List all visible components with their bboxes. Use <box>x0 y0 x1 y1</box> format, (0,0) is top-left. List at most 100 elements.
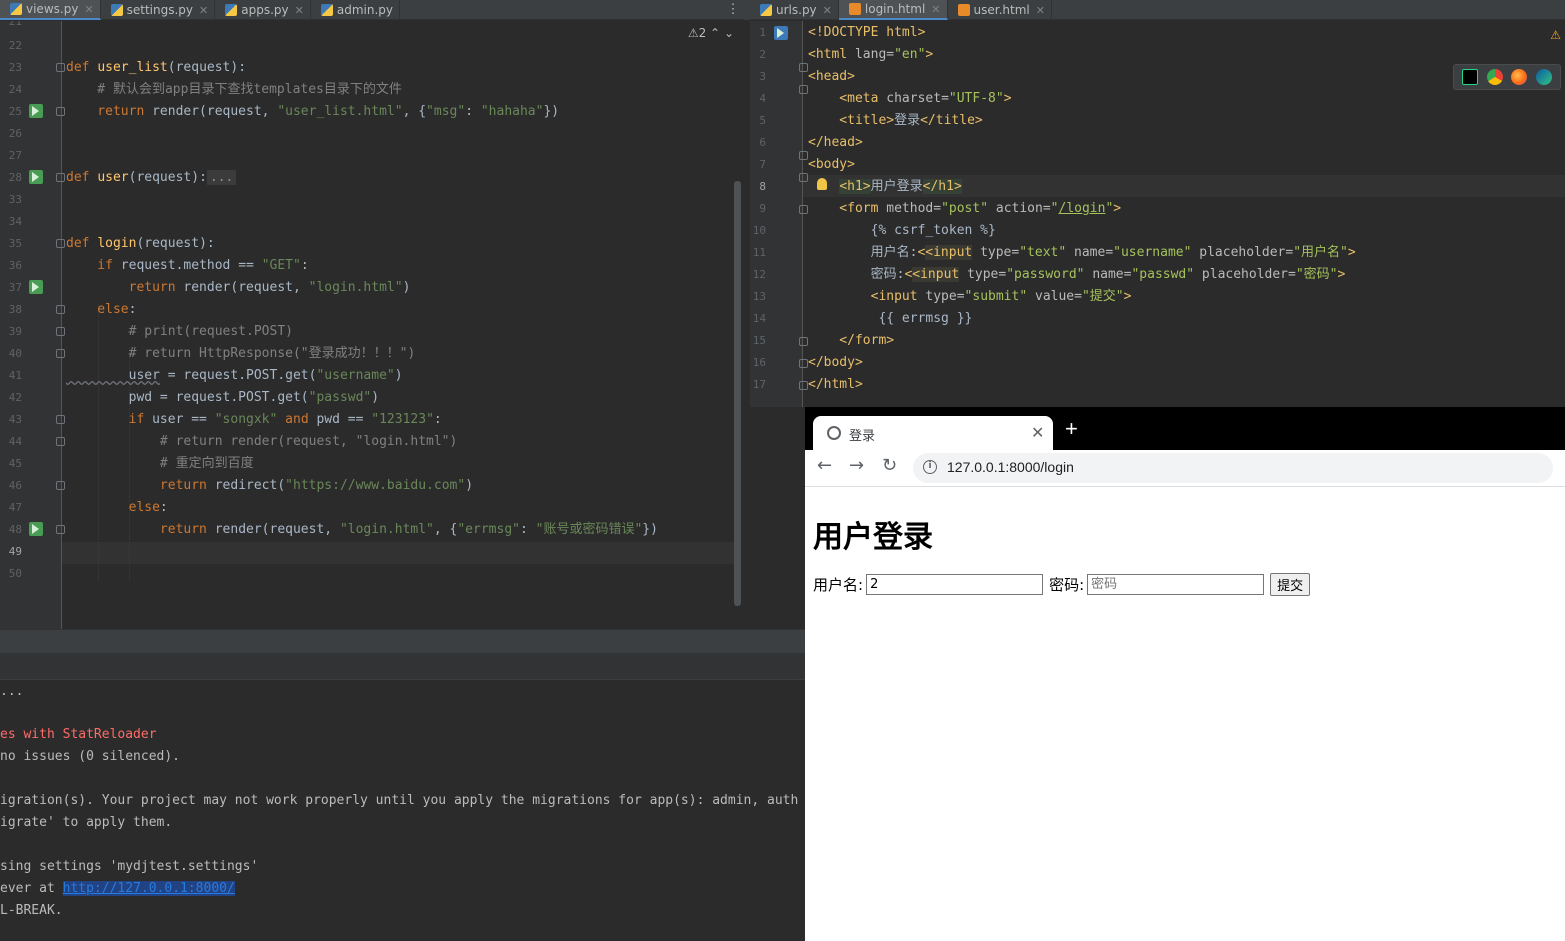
tab-login-html[interactable]: login.html ✕ <box>838 0 948 20</box>
browser-tab[interactable]: 登录 ✕ <box>813 416 1053 450</box>
vertical-scrollbar[interactable] <box>734 181 741 606</box>
fold-icon[interactable] <box>799 151 808 160</box>
fold-icon[interactable] <box>799 381 808 390</box>
run-marker-icon[interactable] <box>29 170 43 184</box>
run-console[interactable]: ... es with StatReloader no issues (0 si… <box>0 681 805 941</box>
line-number: 41 <box>8 369 22 382</box>
warning-icon[interactable]: ⚠ <box>1550 28 1561 42</box>
chevron-down-icon[interactable]: ⌄ <box>724 26 734 40</box>
fold-icon[interactable] <box>56 63 65 72</box>
forward-icon[interactable]: → <box>849 455 864 476</box>
chevron-up-icon[interactable]: ⌃ <box>710 26 720 40</box>
fold-icon[interactable] <box>799 85 808 94</box>
tab-views-py[interactable]: views.py ✕ <box>0 0 101 20</box>
line-number: 6 <box>759 136 766 149</box>
left-code-editor[interactable]: ⚠2 ⌃ ⌄ 21 22 23 24 25 26 27 28 33 34 35 36 37 38 39 40 4… <box>0 21 744 629</box>
line-number: 5 <box>759 114 766 127</box>
run-marker-icon[interactable] <box>29 280 43 294</box>
code-line: def user_list(request): <box>66 60 247 75</box>
line-number: 14 <box>752 312 766 325</box>
close-tab-icon[interactable]: ✕ <box>1031 423 1044 443</box>
folded-code[interactable]: ... <box>206 170 237 185</box>
fold-icon[interactable] <box>799 173 808 182</box>
python-icon <box>774 26 788 40</box>
code-line: <html lang="en"> <box>808 47 934 62</box>
chrome-icon[interactable] <box>1486 69 1503 85</box>
close-icon[interactable]: ✕ <box>823 4 832 17</box>
page-heading: 用户登录 <box>813 520 933 555</box>
fold-icon[interactable] <box>56 107 65 116</box>
line-number: 36 <box>8 259 22 272</box>
fold-icon[interactable] <box>56 481 65 490</box>
line-number: 17 <box>752 378 766 391</box>
code-line: {{ errmsg }} <box>808 311 973 326</box>
line-number: 24 <box>8 83 22 96</box>
globe-icon <box>827 426 841 440</box>
console-line: igrate' to apply them. <box>0 815 173 830</box>
horizontal-splitter[interactable] <box>0 629 805 653</box>
console-line: igration(s). Your project may not work p… <box>0 793 799 808</box>
code-line: else: <box>66 302 137 317</box>
password-input[interactable] <box>1087 574 1265 595</box>
back-icon[interactable]: ← <box>817 455 832 476</box>
browser-preview-icons <box>1453 64 1561 90</box>
line-number: 1 <box>759 26 766 39</box>
tab-apps-py[interactable]: apps.py ✕ <box>215 0 311 20</box>
tab-settings-py[interactable]: settings.py ✕ <box>101 0 216 20</box>
fold-icon[interactable] <box>799 205 808 214</box>
fold-icon[interactable] <box>799 337 808 346</box>
fold-icon[interactable] <box>56 525 65 534</box>
fold-icon[interactable] <box>56 415 65 424</box>
line-number: 35 <box>8 237 22 250</box>
fold-icon[interactable] <box>56 349 65 358</box>
close-icon[interactable]: ✕ <box>1036 4 1045 17</box>
console-line: es with StatReloader <box>0 727 157 742</box>
code-line: # return render(request, "login.html") <box>66 434 458 449</box>
fold-icon[interactable] <box>56 305 65 314</box>
code-line: # return HttpResponse("登录成功！！！") <box>66 346 416 361</box>
line-number: 3 <box>759 70 766 83</box>
console-line: L-BREAK. <box>0 903 63 918</box>
line-number: 23 <box>8 61 22 74</box>
firefox-icon[interactable] <box>1511 69 1528 85</box>
edge-icon[interactable] <box>1535 69 1552 85</box>
server-url-link[interactable]: http://127.0.0.1:8000/ <box>62 881 235 896</box>
tab-user-html[interactable]: user.html ✕ <box>948 0 1052 20</box>
line-number: 8 <box>759 180 766 193</box>
code-line: return render(request, "login.html") <box>66 280 411 295</box>
submit-button[interactable]: 提交 <box>1270 573 1311 596</box>
code-line: <meta charset="UTF-8"> <box>808 91 1012 106</box>
fold-icon[interactable] <box>56 437 65 446</box>
fold-icon[interactable] <box>799 63 808 72</box>
close-icon[interactable]: ✕ <box>84 3 93 16</box>
run-marker-icon[interactable] <box>29 104 43 118</box>
code-line: <form method="post" action="/login"> <box>808 201 1122 216</box>
pycharm-icon[interactable] <box>1462 69 1479 85</box>
tab-admin-py[interactable]: admin.py <box>311 0 400 20</box>
web-page: 用户登录 用户名: 密码: 提交 <box>805 488 1565 941</box>
right-code-editor[interactable]: 1 2 3 4 5 6 7 8 9 10 11 12 13 14 15 16 17 ⚠ <!DOCTYPE ht… <box>750 21 1565 407</box>
fold-icon[interactable] <box>799 359 808 368</box>
fold-icon[interactable] <box>56 327 65 336</box>
run-marker-icon[interactable] <box>29 522 43 536</box>
tab-urls-py[interactable]: urls.py ✕ <box>750 0 839 20</box>
line-number: 15 <box>752 334 766 347</box>
new-tab-button[interactable]: + <box>1065 416 1078 442</box>
tab-list-menu-icon[interactable]: ⋮ <box>726 0 740 20</box>
code-line: # 重定向到百度 <box>66 456 254 471</box>
fold-icon[interactable] <box>56 239 65 248</box>
close-icon[interactable]: ✕ <box>295 4 304 17</box>
warnings-indicator[interactable]: ⚠2 ⌃ ⌄ <box>688 26 734 40</box>
code-line: <title>登录</title> <box>808 113 983 128</box>
username-input[interactable] <box>866 574 1044 595</box>
code-line: return redirect("https://www.baidu.com") <box>66 478 474 493</box>
reload-icon[interactable]: ↻ <box>882 455 897 476</box>
line-number: 47 <box>8 501 22 514</box>
fold-icon[interactable] <box>56 173 65 182</box>
address-bar[interactable]: i 127.0.0.1:8000/login <box>913 453 1553 483</box>
address-text[interactable]: 127.0.0.1:8000/login <box>947 459 1074 475</box>
info-icon[interactable]: i <box>923 460 937 474</box>
close-icon[interactable]: ✕ <box>199 4 208 17</box>
close-icon[interactable]: ✕ <box>931 3 940 16</box>
line-number: 13 <box>752 290 766 303</box>
